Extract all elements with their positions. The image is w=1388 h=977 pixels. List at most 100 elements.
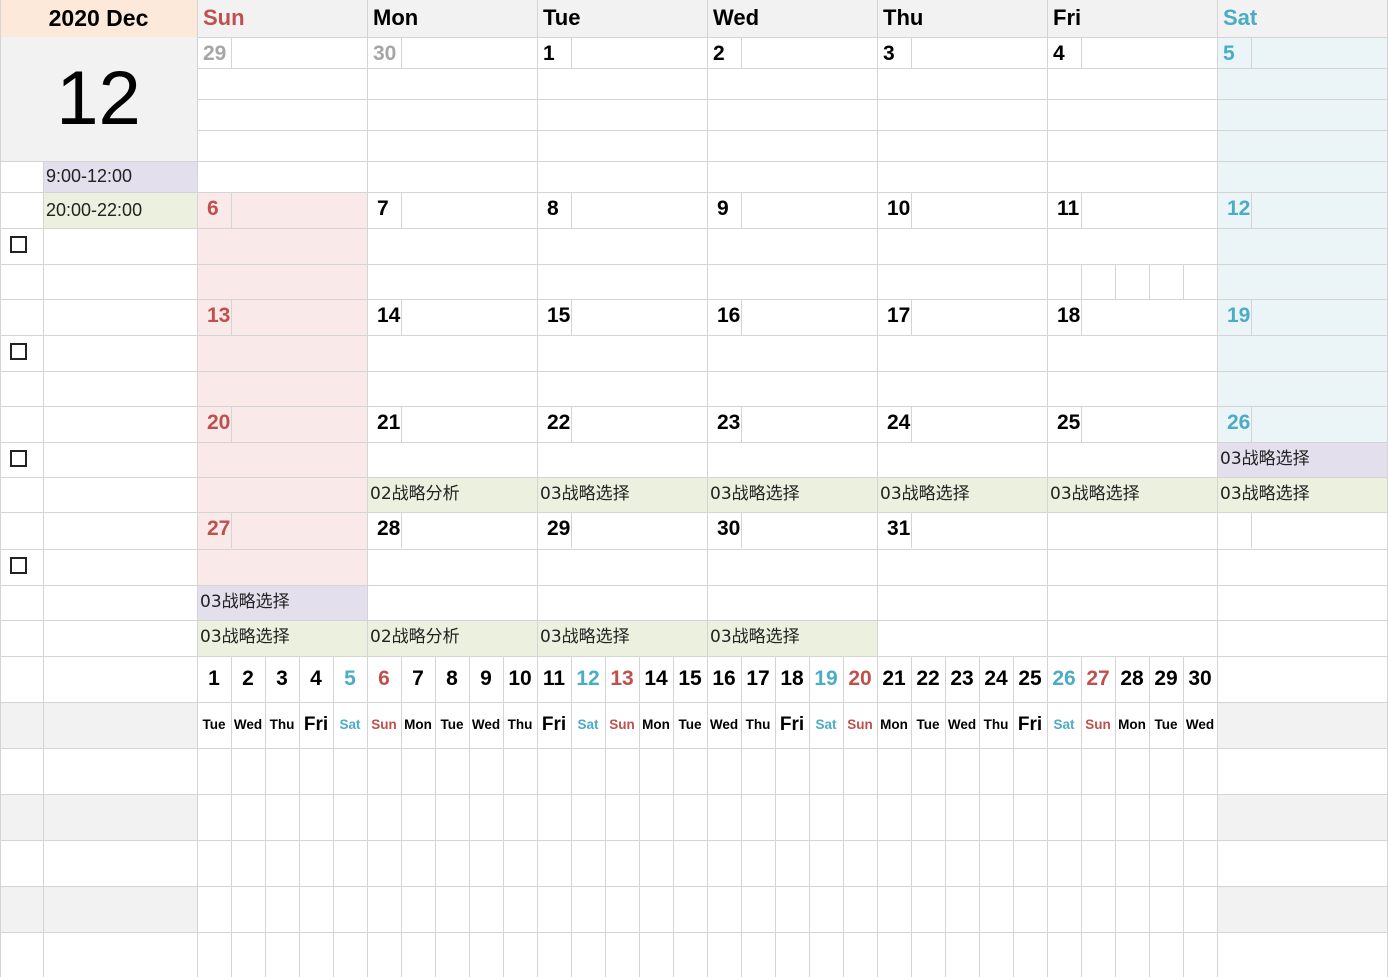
strip-day-weekday: Wed: [233, 717, 263, 732]
grid-hline: [0, 702, 197, 703]
event-w4-fri[interactable]: 03战略选择: [1047, 477, 1217, 512]
day-number[interactable]: 21: [367, 407, 427, 439]
day-number[interactable]: 30: [707, 513, 767, 545]
day-number[interactable]: 22: [537, 407, 597, 439]
day-number[interactable]: 30: [367, 38, 427, 70]
day-number[interactable]: 24: [877, 407, 937, 439]
day-number[interactable]: 15: [537, 300, 597, 332]
grid-hline: [197, 840, 1388, 841]
weekday-header-tue: Tue: [543, 5, 581, 30]
day-number[interactable]: 5: [1217, 38, 1277, 70]
strip-day-number: 23: [950, 667, 974, 690]
day-number[interactable]: 2: [707, 38, 767, 70]
grid-hline: [0, 549, 197, 550]
strip-day-weekday: Sun: [371, 717, 397, 732]
strip-day-weekday: Thu: [507, 717, 533, 732]
grid-hline: [0, 656, 197, 657]
event-w5-mon[interactable]: 02战略分析: [367, 620, 537, 656]
day-number[interactable]: 11: [1047, 193, 1107, 225]
grid-hline: [197, 264, 1388, 265]
grid-hline: [197, 477, 1388, 478]
day-number[interactable]: 14: [367, 300, 427, 332]
strip-day-number: 28: [1120, 667, 1144, 690]
day-number[interactable]: 13: [197, 300, 257, 332]
day-number[interactable]: 12: [1217, 193, 1277, 225]
event-w4-mon[interactable]: 02战略分析: [367, 477, 537, 512]
week-checkbox[interactable]: [10, 450, 27, 467]
day-number[interactable]: 26: [1217, 407, 1277, 439]
grid-hline: [197, 335, 1388, 336]
grid-hline: [197, 620, 1388, 621]
weekday-header-sun: Sun: [203, 5, 245, 30]
day-number[interactable]: 10: [877, 193, 937, 225]
strip-day-weekday: Sat: [815, 717, 837, 732]
day-number[interactable]: 20: [197, 407, 257, 439]
day-number[interactable]: 17: [877, 300, 937, 332]
event-w4-wed[interactable]: 03战略选择: [707, 477, 877, 512]
day-number[interactable]: 25: [1047, 407, 1107, 439]
grid-hline: [197, 585, 1388, 586]
day-number[interactable]: 29: [537, 513, 597, 545]
strip-day-number: 17: [746, 667, 770, 690]
grey-row-a-right: [1217, 794, 1388, 840]
event-sat26-top[interactable]: 03战略选择: [1217, 442, 1388, 477]
strip-day-number: 29: [1154, 667, 1178, 690]
week-checkbox[interactable]: [10, 343, 27, 360]
day-number[interactable]: 1: [537, 38, 597, 70]
strip-day-weekday: Wed: [1185, 717, 1215, 732]
grid-hline: [197, 228, 1388, 229]
event-w5-sun[interactable]: 03战略选择: [197, 620, 367, 656]
strip-day-number: 14: [644, 667, 668, 690]
grid-hline: [0, 299, 197, 300]
weekday-header-mon: Mon: [373, 5, 419, 30]
day-number[interactable]: 29: [197, 38, 257, 70]
strip-day-weekday: Sat: [577, 717, 599, 732]
day-number[interactable]: 7: [367, 193, 427, 225]
grid-hline: [0, 371, 197, 372]
grid-hline: [0, 406, 197, 407]
event-w5-tue[interactable]: 03战略选择: [537, 620, 707, 656]
event-sun27-top[interactable]: 03战略选择: [197, 585, 367, 620]
event-w5-wed[interactable]: 03战略选择: [707, 620, 877, 656]
day-number[interactable]: 6: [197, 193, 257, 225]
grid-hline: [197, 371, 1388, 372]
day-number[interactable]: 28: [367, 513, 427, 545]
grid-hline: [0, 228, 197, 229]
grid-hline: [0, 886, 197, 887]
big-month-number: 12: [56, 56, 141, 141]
day-number[interactable]: 23: [707, 407, 767, 439]
grey-row-b-right: [1217, 886, 1388, 932]
strip-day-number: 26: [1052, 667, 1076, 690]
event-w4-thu[interactable]: 03战略选择: [877, 477, 1047, 512]
week-checkbox[interactable]: [10, 236, 27, 253]
day-number[interactable]: 9: [707, 193, 767, 225]
event-w4-tue[interactable]: 03战略选择: [537, 477, 707, 512]
grid-vline: [43, 161, 44, 977]
day-number[interactable]: 3: [877, 38, 937, 70]
time-slot-morning[interactable]: 9:00-12:00: [43, 161, 197, 192]
event-w4-sat[interactable]: 03战略选择: [1217, 477, 1388, 512]
day-number[interactable]: 27: [197, 513, 257, 545]
strip-day-number: 24: [984, 667, 1008, 690]
day-number[interactable]: 19: [1217, 300, 1277, 332]
weekday-header-thu: Thu: [883, 5, 924, 30]
grid-vline: [0, 0, 1, 977]
strip-day-number: 7: [412, 667, 424, 690]
week-checkbox[interactable]: [10, 557, 27, 574]
day-number[interactable]: 18: [1047, 300, 1107, 332]
strip-day-number: 11: [542, 667, 566, 690]
day-number[interactable]: 4: [1047, 38, 1107, 70]
time-slot-evening[interactable]: 20:00-22:00: [43, 192, 197, 228]
day-number[interactable]: 16: [707, 300, 767, 332]
strip-day-number: 9: [480, 667, 492, 690]
grid-vline: [1081, 264, 1082, 299]
strip-day-weekday: Sun: [1085, 717, 1111, 732]
grid-vline: [1183, 264, 1184, 299]
strip-day-number: 10: [508, 667, 532, 690]
grid-hline: [0, 585, 197, 586]
strip-day-weekday: Thu: [269, 717, 295, 732]
day-number[interactable]: 31: [877, 513, 937, 545]
grid-hline: [197, 748, 1388, 749]
day-number[interactable]: 8: [537, 193, 597, 225]
strip-day-weekday: Mon: [1118, 717, 1146, 732]
